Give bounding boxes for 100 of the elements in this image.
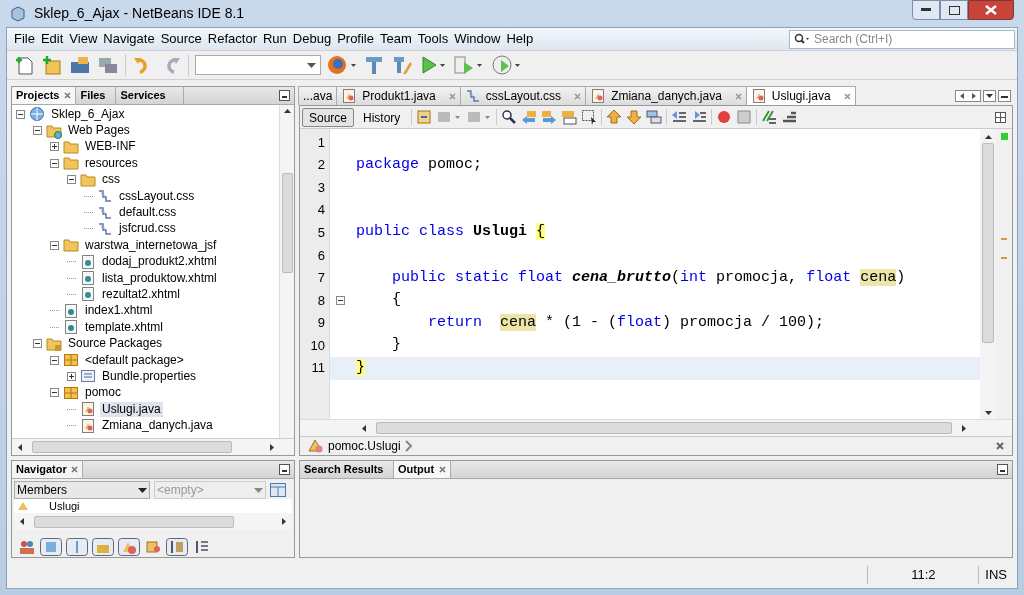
tree-item[interactable]: resources [83, 155, 140, 171]
shift-right-icon[interactable] [691, 109, 708, 125]
scroll-left-icon[interactable] [362, 424, 366, 432]
panel-tab[interactable]: Navigator [12, 461, 83, 478]
tree-item[interactable]: css [100, 172, 122, 188]
chevron-right-icon[interactable] [404, 440, 413, 452]
scroll-right-icon[interactable] [962, 424, 966, 432]
tree-item[interactable]: Uslugi [49, 500, 80, 512]
comment-icon[interactable] [761, 109, 778, 125]
tree-item[interactable]: Zmiana_danych.java [100, 418, 215, 434]
menu-item[interactable]: Source [157, 30, 205, 48]
scroll-tabs-icon[interactable] [955, 90, 981, 102]
close-icon[interactable] [843, 92, 851, 100]
vertical-scrollbar[interactable] [279, 105, 294, 438]
collapse-toggle-icon[interactable] [50, 388, 59, 398]
close-icon[interactable] [448, 92, 456, 100]
menu-item[interactable]: Window [451, 30, 504, 48]
tree-item[interactable]: Uslugi.java [100, 401, 163, 417]
panel-tab[interactable]: Output [394, 461, 452, 478]
editor-tab[interactable]: ...ava [298, 86, 338, 105]
menu-item[interactable]: Refactor [204, 30, 260, 48]
record-icon[interactable] [716, 109, 733, 125]
configuration-dropdown[interactable] [195, 55, 321, 75]
tree-item[interactable]: lista_produktow.xhtml [100, 270, 219, 286]
run-icon[interactable] [419, 54, 447, 76]
menu-item[interactable]: Edit [37, 30, 67, 48]
tree-item[interactable]: warstwa_internetowa_jsf [83, 237, 219, 253]
minimize-panel-icon[interactable] [279, 90, 290, 101]
static-toggle-icon[interactable] [66, 538, 88, 556]
close-icon[interactable] [734, 92, 742, 100]
layout-icon[interactable] [270, 483, 286, 497]
uncomment-icon[interactable] [781, 109, 798, 125]
search-field[interactable]: Search (Ctrl+I) [789, 29, 1015, 49]
tree-item[interactable]: <default package> [83, 352, 186, 368]
tree-item[interactable]: Source Packages [66, 336, 165, 352]
scrollbar-thumb[interactable] [376, 422, 952, 434]
expand-toggle-icon[interactable] [50, 142, 59, 152]
editor-tab[interactable]: Zmiana_danych.java [585, 86, 747, 105]
toggle-bookmark-icon[interactable] [646, 109, 663, 125]
tree-item[interactable]: dodaj_produkt2.xhtml [100, 254, 219, 270]
clean-build-icon[interactable] [391, 54, 413, 76]
scroll-up-icon[interactable] [984, 135, 992, 139]
scroll-down-icon[interactable] [984, 411, 992, 415]
fields-toggle-icon[interactable] [40, 538, 62, 556]
menu-item[interactable]: File [11, 30, 38, 48]
horizontal-scrollbar[interactable] [300, 419, 1012, 436]
scrollbar-thumb[interactable] [34, 515, 234, 528]
sort-icon[interactable] [144, 538, 162, 556]
open-folder-icon[interactable] [69, 54, 91, 76]
view-tab[interactable]: History [356, 107, 408, 127]
scrollbar-thumb[interactable] [32, 441, 232, 453]
menu-item[interactable]: Tools [414, 30, 452, 48]
editor-tab[interactable]: Uslugi.java [745, 86, 856, 105]
scroll-left-icon[interactable] [20, 518, 24, 525]
close-icon[interactable] [439, 466, 447, 473]
select-icon[interactable] [581, 109, 598, 125]
panel-tab[interactable]: Files [76, 87, 117, 104]
collapse-toggle-icon[interactable] [33, 339, 42, 349]
fold-icon[interactable] [336, 295, 345, 305]
tree-item[interactable]: jsfcrud.css [117, 221, 178, 237]
scroll-right-icon[interactable] [282, 518, 286, 525]
tree-item[interactable]: rezultat2.xhtml [100, 287, 183, 302]
collapse-toggle-icon[interactable] [50, 158, 59, 168]
editor-tab[interactable]: Produkt1.java [336, 86, 461, 105]
horizontal-scrollbar[interactable] [12, 438, 294, 455]
menu-item[interactable]: Team [377, 30, 415, 48]
toggle-highlight-icon[interactable] [561, 109, 578, 125]
close-button[interactable] [968, 0, 1014, 20]
scroll-left-icon[interactable] [18, 443, 22, 451]
minimize-panel-icon[interactable] [997, 464, 1008, 475]
tree-item[interactable]: Sklep_6_Ajax [49, 106, 127, 122]
sort-by-name-icon[interactable] [166, 538, 188, 556]
tree-item[interactable]: Bundle.properties [100, 368, 199, 384]
panel-tab[interactable]: Projects [12, 87, 77, 104]
menu-item[interactable]: Help [503, 30, 537, 48]
profile-icon[interactable] [491, 54, 521, 76]
find-icon[interactable] [501, 109, 518, 125]
collapse-toggle-icon[interactable] [16, 109, 25, 119]
dropdown-icon[interactable] [983, 90, 996, 102]
menu-item[interactable]: Run [259, 30, 290, 48]
tree-item[interactable]: Web Pages [66, 123, 132, 139]
close-icon[interactable] [574, 92, 582, 100]
vertical-scrollbar[interactable] [980, 129, 996, 419]
view-tab[interactable]: Source [302, 107, 355, 127]
inherited-toggle-icon[interactable] [118, 538, 140, 556]
search-field[interactable]: Search (Ctrl+I) [814, 30, 1010, 48]
tree-item[interactable]: index1.xhtml [83, 303, 155, 319]
people-icon[interactable] [18, 538, 36, 556]
new-project-icon[interactable] [41, 54, 63, 76]
split-icon[interactable] [995, 111, 1006, 123]
new-file-icon[interactable] [13, 54, 35, 76]
last-edit-icon[interactable] [416, 109, 433, 125]
menu-item[interactable]: View [66, 30, 101, 48]
previous-bookmark-icon[interactable] [606, 109, 623, 125]
scrollbar-thumb[interactable] [982, 143, 994, 343]
expand-toggle-icon[interactable] [67, 371, 76, 381]
minimize-button[interactable] [912, 0, 940, 20]
horizontal-scrollbar[interactable] [14, 513, 292, 530]
minimize-panel-icon[interactable] [998, 90, 1011, 102]
tree-item[interactable]: template.xhtml [83, 319, 166, 335]
